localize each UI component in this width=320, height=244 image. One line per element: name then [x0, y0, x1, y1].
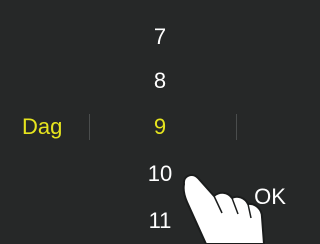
- ok-button[interactable]: OK: [240, 179, 300, 215]
- left-selection-divider: [89, 114, 90, 140]
- day-option-10[interactable]: 10: [110, 160, 210, 188]
- right-selection-divider: [236, 114, 237, 140]
- day-option-9-selected[interactable]: 9: [110, 113, 210, 141]
- date-picker-screen: Dag 7 8 9 10 11 OK: [0, 0, 320, 244]
- day-option-8[interactable]: 8: [110, 67, 210, 95]
- day-option-7[interactable]: 7: [110, 23, 210, 51]
- day-field-label: Dag: [22, 114, 63, 139]
- day-option-11[interactable]: 11: [110, 207, 210, 235]
